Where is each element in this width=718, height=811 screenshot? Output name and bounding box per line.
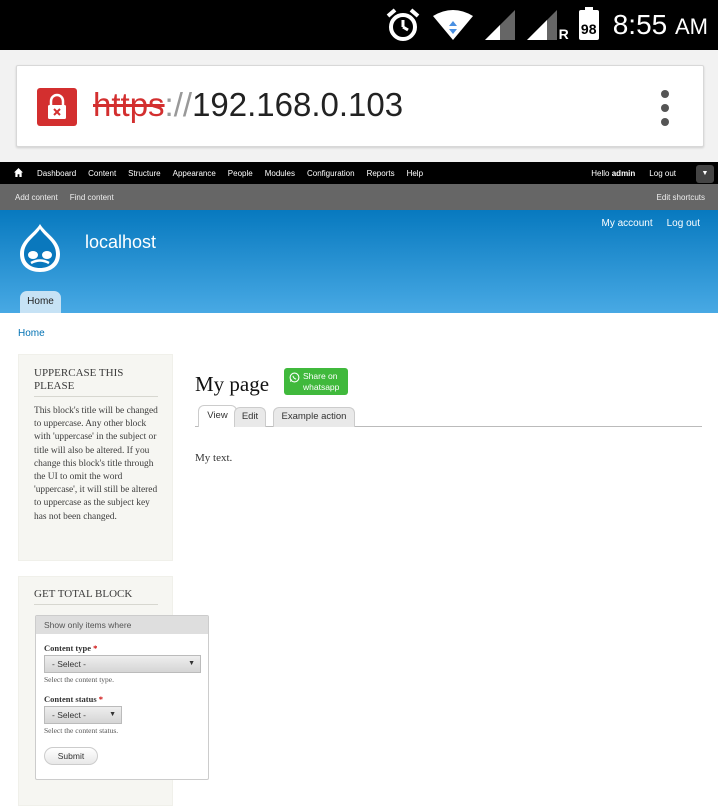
admin-menu: Dashboard Content Structure Appearance P… xyxy=(37,169,435,178)
signal-icon xyxy=(484,10,515,40)
content-type-label: Content type * xyxy=(44,643,98,653)
status-bar: R 98 8:55 AM xyxy=(0,0,718,50)
filter-fieldset: Show only items where Content type * - S… xyxy=(35,615,209,780)
shortcut-find-content[interactable]: Find content xyxy=(70,193,114,202)
page-title: My page xyxy=(195,372,270,396)
alarm-icon xyxy=(385,8,421,42)
content-status-label: Content status * xyxy=(44,694,104,704)
tab-edit[interactable]: Edit xyxy=(234,407,266,427)
block-title: UPPERCASE THIS PLEASE xyxy=(34,367,158,397)
signal-roaming-icon xyxy=(526,10,557,40)
site-name[interactable]: localhost xyxy=(85,232,156,253)
user-name[interactable]: admin xyxy=(612,169,636,178)
tab-view[interactable]: View xyxy=(198,405,237,427)
admin-menu-help[interactable]: Help xyxy=(407,169,423,178)
edit-shortcuts-link[interactable]: Edit shortcuts xyxy=(657,193,705,202)
local-tasks: View Edit Example action xyxy=(195,405,702,427)
admin-menu-structure[interactable]: Structure xyxy=(128,169,160,178)
wifi-icon xyxy=(432,10,473,40)
get-total-block: GET TOTAL BLOCK Show only items where Co… xyxy=(18,576,209,806)
shortcuts-bar: Add content Find content Edit shortcuts xyxy=(0,184,718,210)
url-text[interactable]: https://192.168.0.103 xyxy=(93,86,403,124)
whatsapp-icon xyxy=(289,372,300,385)
admin-menu-people[interactable]: People xyxy=(228,169,253,178)
share-whatsapp-button[interactable]: Share on whatsapp xyxy=(284,368,348,395)
admin-menu-content[interactable]: Content xyxy=(88,169,116,178)
secondary-menu: My account Log out xyxy=(587,218,700,229)
admin-toolbar: Dashboard Content Structure Appearance P… xyxy=(0,162,718,184)
content-type-select[interactable]: - Select - ▼ xyxy=(44,655,201,673)
insecure-lock-icon[interactable] xyxy=(37,88,77,126)
node-body: My text. xyxy=(195,452,233,464)
admin-menu-appearance[interactable]: Appearance xyxy=(173,169,216,178)
content-status-select[interactable]: - Select - ▼ xyxy=(44,706,122,724)
uppercase-block: UPPERCASE THIS PLEASE This block's title… xyxy=(18,354,173,561)
overflow-menu-icon[interactable] xyxy=(661,90,669,126)
content-status-description: Select the content status. xyxy=(44,726,119,735)
shortcut-add-content[interactable]: Add content xyxy=(15,193,58,202)
dropdown-arrow-icon: ▼ xyxy=(188,660,195,667)
site-header: localhost My account Log out Home xyxy=(0,210,718,313)
battery-icon: 98 xyxy=(578,7,599,40)
my-account-link[interactable]: My account xyxy=(601,218,652,229)
address-bar[interactable]: https://192.168.0.103 xyxy=(16,65,704,147)
dropdown-arrow-icon: ▼ xyxy=(109,711,116,718)
clock: 8:55 AM xyxy=(612,9,708,40)
roaming-indicator: R xyxy=(558,26,569,42)
tab-example-action[interactable]: Example action xyxy=(273,407,355,427)
logout-link[interactable]: Log out xyxy=(667,218,700,229)
admin-menu-modules[interactable]: Modules xyxy=(265,169,295,178)
main-menu-home[interactable]: Home xyxy=(20,291,61,313)
submit-button[interactable]: Submit xyxy=(44,747,98,765)
admin-menu-dashboard[interactable]: Dashboard xyxy=(37,169,76,178)
fieldset-legend: Show only items where xyxy=(36,616,208,634)
content-type-description: Select the content type. xyxy=(44,675,114,684)
admin-menu-configuration[interactable]: Configuration xyxy=(307,169,355,178)
block-body: This block's title will be changed to up… xyxy=(34,406,158,522)
home-icon[interactable] xyxy=(14,168,23,179)
block-title: GET TOTAL BLOCK xyxy=(34,588,158,605)
browser-toolbar: https://192.168.0.103 xyxy=(0,50,718,162)
admin-logout-link[interactable]: Log out xyxy=(649,169,676,178)
user-greeting: Hello admin xyxy=(591,169,636,178)
drupal-logo-icon[interactable] xyxy=(16,222,64,278)
shortcuts-toggle-icon[interactable]: ▼ xyxy=(696,165,714,183)
admin-menu-reports[interactable]: Reports xyxy=(367,169,395,178)
breadcrumb[interactable]: Home xyxy=(18,328,45,339)
